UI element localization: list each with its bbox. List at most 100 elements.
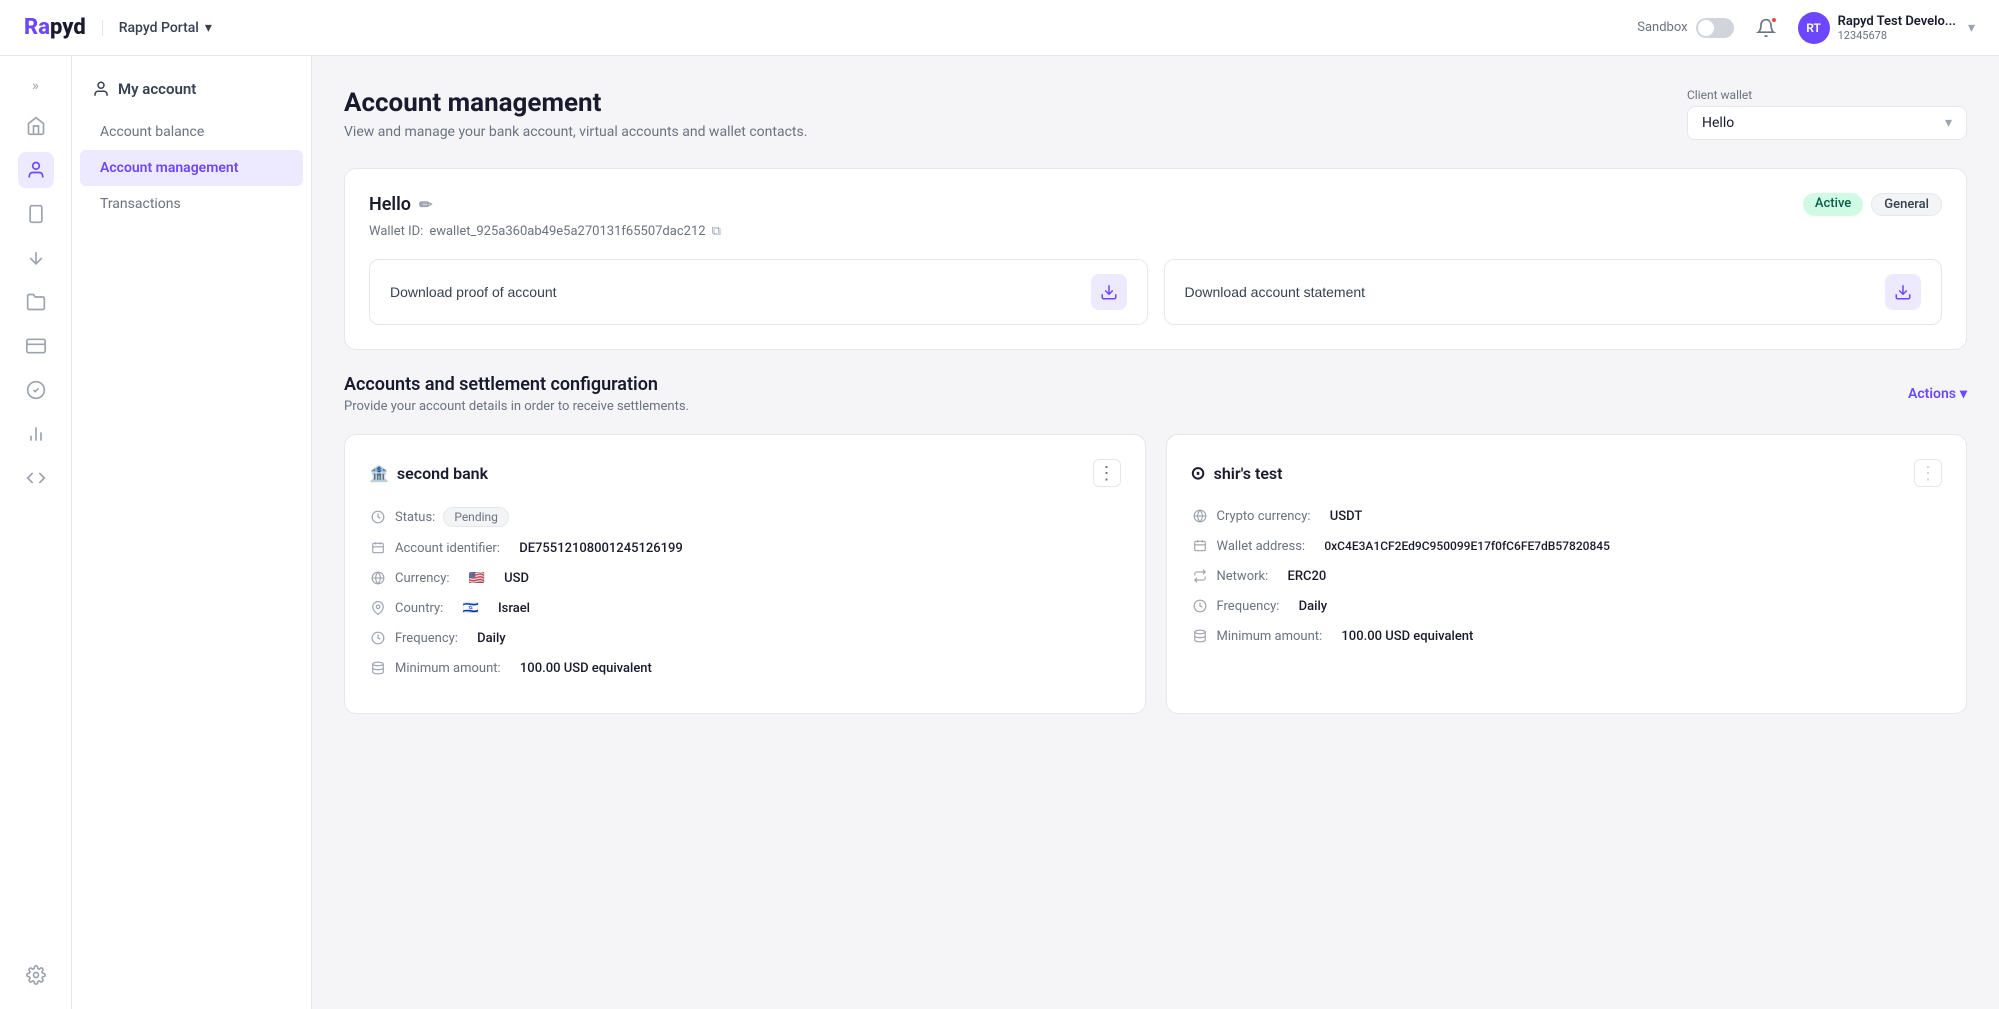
sandbox-toggle-group: Sandbox [1637, 18, 1733, 38]
client-wallet-group: Client wallet Hello ▾ [1687, 88, 1967, 140]
crypto-currency-value: USDT [1330, 509, 1362, 524]
wallet-address-icon [1191, 537, 1209, 555]
client-wallet-select[interactable]: Hello ▾ [1687, 106, 1967, 140]
download-proof-label: Download proof of account [390, 284, 557, 300]
country-icon [369, 599, 387, 617]
crypto-frequency-icon [1191, 597, 1209, 615]
crypto-min-value: 100.00 USD equivalent [1341, 629, 1473, 644]
sidebar-icon-account[interactable] [18, 152, 54, 188]
account-id-label: Account identifier: [395, 541, 500, 556]
rapyd-logo: Rapyd [24, 15, 86, 40]
settlement-subtitle: Provide your account details in order to… [344, 399, 689, 414]
main-content: Account management View and manage your … [312, 56, 1999, 1009]
user-menu[interactable]: RT Rapyd Test Develo... 12345678 ▾ [1798, 12, 1975, 44]
bank-status-row: Status: Pending [369, 507, 1121, 527]
wallet-actions-row: Download proof of account Download accou… [369, 259, 1942, 325]
portal-selector[interactable]: Rapyd Portal ▾ [102, 20, 212, 36]
wallet-address-label: Wallet address: [1217, 539, 1306, 554]
notification-dot [1770, 16, 1778, 24]
client-wallet-chevron-icon: ▾ [1945, 115, 1952, 131]
network-icon [1191, 567, 1209, 585]
crypto-wallet-row: Wallet address: 0xC4E3A1CF2Ed9C950099E17… [1191, 537, 1943, 555]
sidebar-icon-folder[interactable] [18, 284, 54, 320]
crypto-currency-label: Crypto currency: [1217, 509, 1311, 524]
crypto-frequency-value: Daily [1299, 599, 1328, 614]
top-navigation: Rapyd Rapyd Portal ▾ Sandbox RT Rapyd Te… [0, 0, 1999, 56]
wallet-id-label: Wallet ID: [369, 224, 423, 239]
user-name: Rapyd Test Develo... [1838, 14, 1956, 29]
edit-wallet-name-icon[interactable]: ✏ [419, 195, 432, 214]
bank-icon: 🏦 [369, 464, 389, 483]
wallet-name: Hello ✏ [369, 194, 432, 215]
copy-wallet-id-icon[interactable]: ⧉ [712, 224, 721, 239]
left-navigation: My account Account balance Account manag… [72, 56, 312, 1009]
actions-chevron-icon: ▾ [1960, 386, 1967, 402]
download-statement-icon [1885, 274, 1921, 310]
nav-item-account-balance[interactable]: Account balance [80, 114, 303, 150]
page-header: Account management View and manage your … [344, 88, 1967, 140]
download-statement-button[interactable]: Download account statement [1164, 259, 1943, 325]
account-icon [92, 80, 110, 98]
portal-label: Rapyd Portal [119, 20, 199, 36]
frequency-icon [369, 629, 387, 647]
accounts-grid: 🏦 second bank ⋮ Status: Pending [344, 434, 1967, 714]
bank-currency-row: Currency: 🇺🇸 USD [369, 569, 1121, 587]
sidebar-icon-chart[interactable] [18, 416, 54, 452]
status-value: Pending [443, 507, 509, 527]
crypto-min-amount-row: Minimum amount: 100.00 USD equivalent [1191, 627, 1943, 645]
status-label: Status: [395, 510, 435, 525]
account-id-icon [369, 539, 387, 557]
nav-item-account-management[interactable]: Account management [80, 150, 303, 186]
wallet-address-value: 0xC4E3A1CF2Ed9C950099E17f0fC6FE7dB578208… [1324, 539, 1610, 553]
wallet-name-text: Hello [369, 194, 411, 215]
download-statement-label: Download account statement [1185, 284, 1366, 300]
crypto-frequency-row: Frequency: Daily [1191, 597, 1943, 615]
bank-country-row: Country: 🇮🇱 Israel [369, 599, 1121, 617]
crypto-icon: ⊙ [1191, 463, 1206, 484]
wallet-id-row: Wallet ID: ewallet_925a360ab49e5a270131f… [369, 224, 1942, 239]
crypto-network-row: Network: ERC20 [1191, 567, 1943, 585]
client-wallet-value: Hello [1702, 115, 1734, 131]
crypto-currency-row: Crypto currency: USDT [1191, 507, 1943, 525]
crypto-min-label: Minimum amount: [1217, 629, 1323, 644]
sidebar-icon-check[interactable] [18, 372, 54, 408]
sidebar-icon-code[interactable] [18, 460, 54, 496]
user-chevron-icon: ▾ [1968, 20, 1975, 36]
crypto-three-dot-menu[interactable]: ⋮ [1914, 459, 1942, 487]
avatar: RT [1798, 12, 1830, 44]
toggle-thumb [1698, 20, 1714, 36]
sidebar-icon-payment[interactable] [18, 196, 54, 232]
sidebar-icon-home[interactable] [18, 108, 54, 144]
portal-chevron-icon: ▾ [205, 20, 212, 36]
bank-min-amount-row: Minimum amount: 100.00 USD equivalent [369, 659, 1121, 677]
download-proof-button[interactable]: Download proof of account [369, 259, 1148, 325]
bank-account-id-row: Account identifier: DE755121080012451261… [369, 539, 1121, 557]
settlement-title-group: Accounts and settlement configuration Pr… [344, 374, 689, 414]
crypto-min-icon [1191, 627, 1209, 645]
bank-frequency-row: Frequency: Daily [369, 629, 1121, 647]
sandbox-toggle-switch[interactable] [1696, 18, 1734, 38]
sidebar-icon-card[interactable] [18, 328, 54, 364]
actions-label: Actions [1908, 386, 1956, 402]
sidebar-icon-transfer[interactable] [18, 240, 54, 276]
currency-value: USD [504, 571, 529, 586]
crypto-title: ⊙ shir's test [1191, 463, 1283, 484]
notifications-button[interactable] [1750, 12, 1782, 44]
country-value: Israel [498, 601, 530, 616]
frequency-label: Frequency: [395, 631, 458, 646]
page-title-group: Account management View and manage your … [344, 88, 807, 140]
account-card-header-crypto: ⊙ shir's test ⋮ [1191, 459, 1943, 487]
sidebar-expand-button[interactable]: » [18, 72, 54, 100]
sidebar-icon-settings[interactable] [18, 957, 54, 993]
min-amount-value: 100.00 USD equivalent [520, 661, 652, 676]
actions-button[interactable]: Actions ▾ [1908, 386, 1967, 402]
settlement-header: Accounts and settlement configuration Pr… [344, 374, 1967, 414]
bank-name-text: second bank [397, 464, 488, 483]
settlement-title: Accounts and settlement configuration [344, 374, 689, 395]
status-icon [369, 508, 387, 526]
bank-three-dot-menu[interactable]: ⋮ [1093, 459, 1121, 487]
nav-right: Sandbox RT Rapyd Test Develo... 12345678… [1637, 12, 1975, 44]
nav-left: Rapyd Rapyd Portal ▾ [24, 15, 212, 40]
nav-item-transactions[interactable]: Transactions [80, 186, 303, 222]
currency-icon [369, 569, 387, 587]
